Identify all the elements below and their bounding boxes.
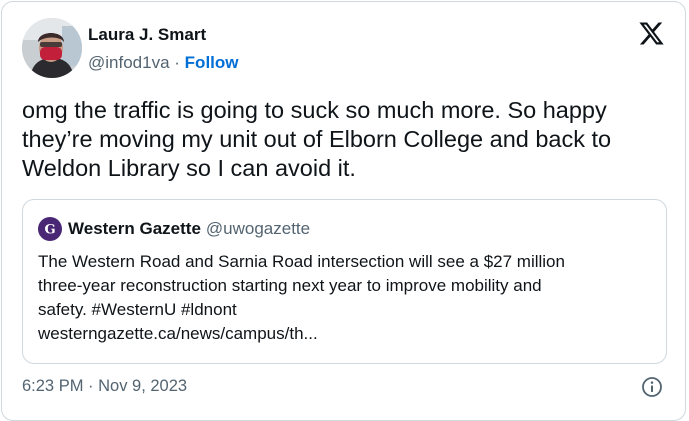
gazette-logo-icon: G xyxy=(38,217,62,241)
quoted-link[interactable]: westerngazette.ca/news/campus/th... xyxy=(38,322,653,346)
follow-button[interactable]: Follow xyxy=(185,53,239,72)
author-handle[interactable]: @infod1va xyxy=(88,53,170,72)
quoted-author-handle: @uwogazette xyxy=(205,219,311,238)
quoted-author-name: Western Gazette xyxy=(68,219,201,238)
quoted-text-line: The Western Road and Sarnia Road interse… xyxy=(38,252,565,271)
quoted-tweet[interactable]: G Western Gazette @uwogazette The Western… xyxy=(22,199,667,364)
separator-dot: · xyxy=(174,53,180,72)
tweet-card: Laura J. Smart @infod1va · Follow omg th… xyxy=(1,1,686,421)
info-icon[interactable] xyxy=(641,376,663,398)
quoted-author: Western Gazette @uwogazette xyxy=(68,219,310,239)
author-name[interactable]: Laura J. Smart xyxy=(88,25,206,45)
author-handle-row: @infod1va · Follow xyxy=(88,53,239,73)
timestamp[interactable]: 6:23 PM · Nov 9, 2023 xyxy=(22,377,187,396)
quoted-text-line: three-year reconstruction starting next … xyxy=(38,276,542,295)
avatar-photo xyxy=(22,18,82,78)
svg-text:G: G xyxy=(44,223,55,238)
x-logo-icon[interactable] xyxy=(638,20,665,47)
tweet-text: omg the traffic is going to suck so much… xyxy=(22,97,612,181)
quoted-text-line: safety. #WesternU #ldnont xyxy=(38,300,237,319)
avatar[interactable] xyxy=(22,18,82,78)
quoted-text: The Western Road and Sarnia Road interse… xyxy=(38,250,653,346)
